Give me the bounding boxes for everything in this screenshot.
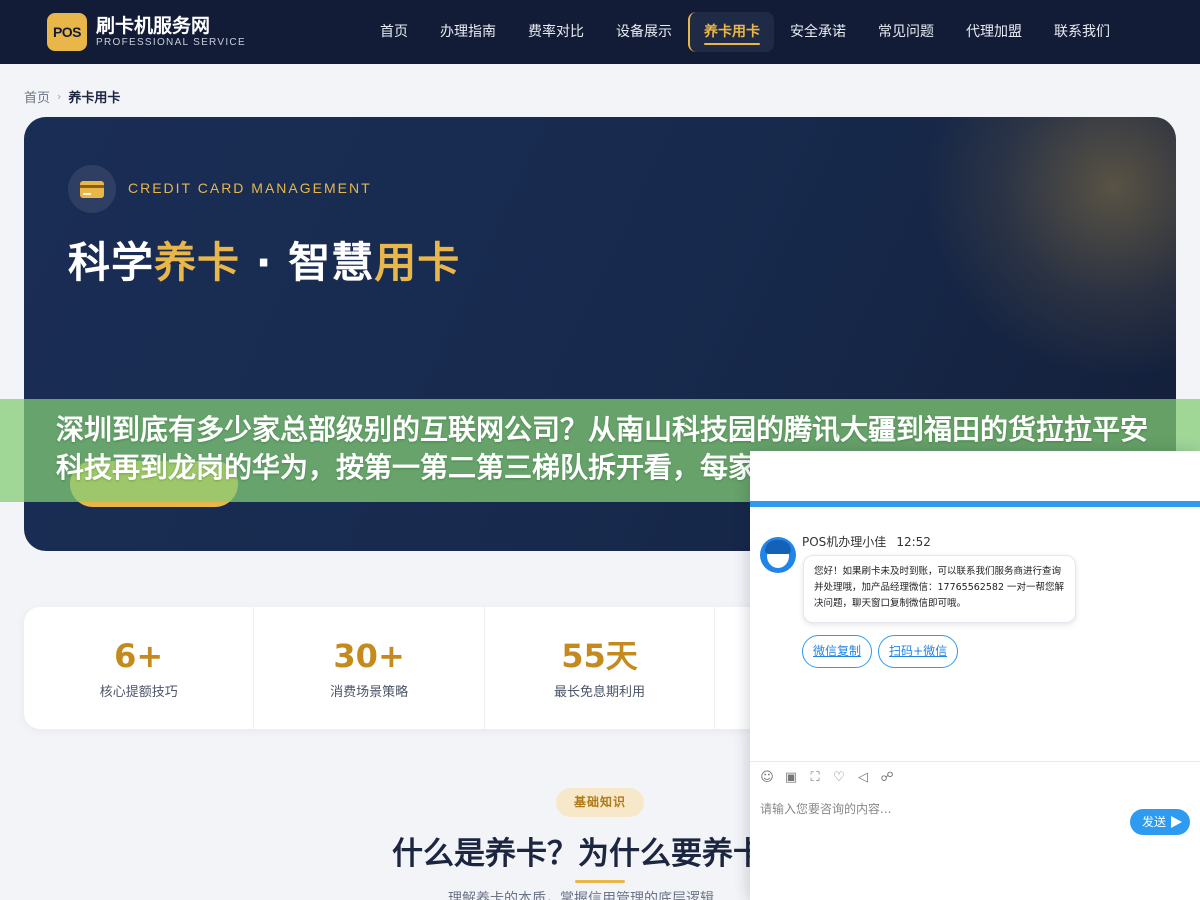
emoji-icon[interactable]: ☺ [760,771,774,785]
stat-label: 核心提额技巧 [99,685,178,700]
logo-title: 刷卡机服务网 [96,15,211,37]
site-header: POS 刷卡机服务网 PROFESSIONAL SERVICE 首页 办理指南 … [0,0,1200,64]
agent-meta: POS机办理小佳 12:52 [802,533,931,550]
nav-item-home[interactable]: 首页 [364,12,424,52]
stat-label: 消费场景策略 [330,685,409,700]
stat-value: 6+ [114,637,164,675]
breadcrumb-separator: › [57,90,62,103]
hero-badge [68,165,116,213]
mute-icon[interactable]: ◁ [856,771,870,785]
send-button[interactable]: 发送 [1130,809,1190,835]
chat-header [750,451,1200,501]
hero-eyebrow: CREDIT CARD MANAGEMENT [128,180,372,196]
nav-item-contact[interactable]: 联系我们 [1038,12,1126,52]
rating-icon[interactable]: ♡ [832,771,846,785]
stat-item: 30+ 消费场景策略 [254,607,485,729]
stat-value: 55天 [561,637,638,675]
stat-value: 30+ [333,637,405,675]
scan-wechat-button[interactable]: 扫码+微信 [878,635,959,668]
section-title: 什么是养卡？为什么要养卡 [392,836,764,872]
section-underline [575,880,625,883]
message-time: 12:52 [896,535,931,549]
logo-text: 刷卡机服务网 PROFESSIONAL SERVICE [96,15,246,49]
hero-title-part1: 科学 [68,238,155,287]
nav-item-faq[interactable]: 常见问题 [862,12,950,52]
hero-title-part3: · 智慧 [240,238,375,287]
chat-message-input[interactable] [760,797,1120,821]
agent-avatar [760,537,796,573]
breadcrumb-current: 养卡用卡 [68,91,121,106]
chat-divider [750,761,1200,762]
nav-item-card-care[interactable]: 养卡用卡 [688,12,774,52]
agent-name: POS机办理小佳 [802,535,887,549]
copy-wechat-button[interactable]: 微信复制 [802,635,873,668]
logo-mark: POS [47,13,87,51]
maximize-icon[interactable] [1174,463,1188,477]
nav-item-devices[interactable]: 设备展示 [600,12,688,52]
nav-item-security[interactable]: 安全承诺 [774,12,862,52]
section-subtitle: 理解养卡的本质，掌握信用管理的底层逻辑 [448,891,714,900]
send-button-label: 发送 [1142,815,1167,829]
transfer-icon[interactable]: ☍ [880,771,894,785]
nav-item-rates[interactable]: 费率对比 [512,12,600,52]
logo-subtitle: PROFESSIONAL SERVICE [96,37,246,48]
chat-header-avatar [772,461,802,491]
site-logo[interactable]: POS 刷卡机服务网 PROFESSIONAL SERVICE [47,13,246,51]
chat-widget: POS机办理小佳 12:52 您好！如果刷卡未及时到账，可以联系我们服务商进行查询… [750,451,1200,900]
avatar-hair [765,540,791,554]
chat-accent-stripe [750,501,1200,507]
nav-item-guide[interactable]: 办理指南 [424,12,512,52]
send-arrow-icon [1171,816,1182,828]
hero-title-part4: 用卡 [374,238,461,287]
stat-label: 最长免息期利用 [553,685,645,700]
section-tag: 基础知识 [556,788,644,817]
screenshot-icon[interactable]: ⛶ [808,771,822,785]
hero-title: 科学养卡 · 智慧用卡 [68,229,460,290]
chat-message-bubble: 您好！如果刷卡未及时到账，可以联系我们服务商进行查询并处理哦，加产品经理微信：1… [803,555,1076,623]
breadcrumb-home[interactable]: 首页 [24,87,50,106]
stat-item: 55天 最长免息期利用 [485,607,716,729]
stat-item: 6+ 核心提额技巧 [24,607,255,729]
hero-title-part2: 养卡 [154,238,241,287]
chat-toolbar: ☺ ▣ ⛶ ♡ ◁ ☍ [760,771,904,785]
breadcrumb: 首页 › 养卡用卡 [24,87,120,106]
nav-item-agent[interactable]: 代理加盟 [950,12,1038,52]
credit-card-icon [80,180,104,198]
main-nav: 首页 办理指南 费率对比 设备展示 养卡用卡 安全承诺 常见问题 代理加盟 联系… [364,12,1126,52]
image-icon[interactable]: ▣ [784,771,798,785]
quick-reply-buttons: 微信复制 扫码+微信 [802,635,964,668]
